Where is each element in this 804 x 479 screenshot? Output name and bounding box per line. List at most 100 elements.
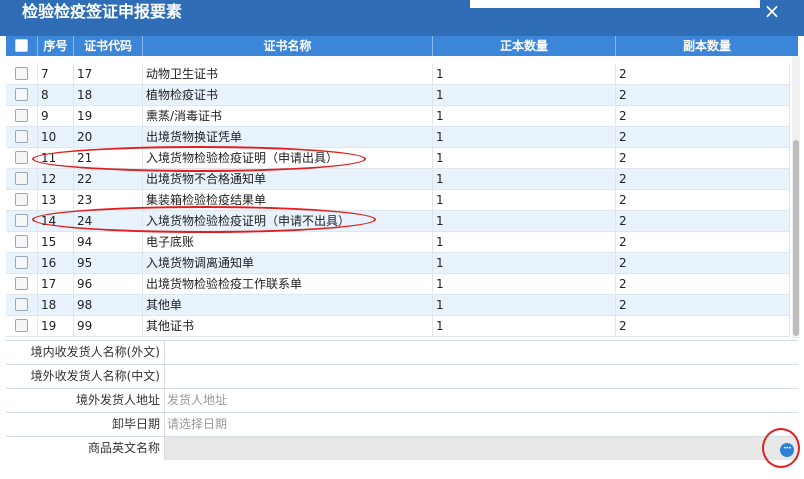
cell-name: 出境货物检验检疫工作联系单 [143,274,433,294]
domestic-consignee-foreign-input[interactable] [164,341,798,364]
cell-original-qty[interactable]: 1 [433,253,616,273]
overseas-consignee-chinese-input[interactable] [164,365,798,388]
cell-original-qty[interactable]: 1 [433,190,616,210]
title-bar-notch [470,0,760,8]
table-row[interactable]: 7 17 动物卫生证书 1 2 [6,64,790,85]
cell-name: 出境货物不合格通知单 [143,169,433,189]
overseas-consignee-chinese-label: 境外收发货人名称(中文) [30,369,160,383]
row-select-cell [6,274,38,294]
header-index: 序号 [38,36,74,56]
cell-original-qty[interactable]: 1 [433,127,616,147]
cell-code: 22 [74,169,143,189]
table-row[interactable]: 19 99 其他证书 1 2 [6,316,790,337]
cell-code: 17 [74,64,143,84]
unloading-date-input[interactable]: 请选择日期 [164,413,798,436]
row-checkbox[interactable] [15,298,28,311]
cell-copy-qty[interactable]: 2 [616,64,790,84]
cell-copy-qty[interactable]: 2 [616,316,790,336]
cell-copy-qty[interactable]: 2 [616,190,790,210]
cell-index: 14 [38,211,74,231]
cell-code: 95 [74,253,143,273]
header-code: 证书代码 [74,36,143,56]
table-row[interactable]: 12 22 出境货物不合格通知单 1 2 [6,169,790,190]
table-row[interactable]: 16 95 入境货物调离通知单 1 2 [6,253,790,274]
cell-name: 入境货物调离通知单 [143,253,433,273]
cell-code: 24 [74,211,143,231]
form-row-overseas-consignee-chinese: 境外收发货人名称(中文) [6,364,798,388]
cell-code: 98 [74,295,143,315]
cell-code: 18 [74,85,143,105]
header-name: 证书名称 [143,36,433,56]
table-scrollbar[interactable] [792,56,800,338]
cell-index: 9 [38,106,74,126]
row-checkbox[interactable] [15,235,28,248]
cell-original-qty[interactable]: 1 [433,169,616,189]
row-checkbox[interactable] [15,256,28,269]
cell-original-qty[interactable]: 1 [433,85,616,105]
header-original-qty: 正本数量 [433,36,616,56]
row-checkbox[interactable] [15,151,28,164]
close-icon[interactable]: × [760,0,784,24]
cell-index: 15 [38,232,74,252]
row-select-cell [6,106,38,126]
table-row[interactable]: 17 96 出境货物检验检疫工作联系单 1 2 [6,274,790,295]
cell-original-qty[interactable]: 1 [433,274,616,294]
cell-copy-qty[interactable]: 2 [616,148,790,168]
cell-copy-qty[interactable]: 2 [616,211,790,231]
cell-copy-qty[interactable]: 2 [616,106,790,126]
cell-copy-qty[interactable]: 2 [616,232,790,252]
cell-code: 21 [74,148,143,168]
table-row[interactable]: 15 94 电子底账 1 2 [6,232,790,253]
row-checkbox[interactable] [15,193,28,206]
table-row[interactable]: 8 18 植物检疫证书 1 2 [6,85,790,106]
cell-original-qty[interactable]: 1 [433,148,616,168]
table-row[interactable]: 11 21 入境货物检验检疫证明（申请出具） 1 2 [6,148,790,169]
cell-index: 12 [38,169,74,189]
row-checkbox[interactable] [15,88,28,101]
cell-index: 18 [38,295,74,315]
row-select-cell [6,295,38,315]
cell-copy-qty[interactable]: 2 [616,169,790,189]
select-all-checkbox[interactable] [15,39,28,52]
cell-copy-qty[interactable]: 2 [616,85,790,105]
certificate-table-body[interactable]: 7 17 动物卫生证书 1 2 8 18 植物检疫证书 1 2 9 19 熏蒸/消毒证书 1 2 10 20 出境… [6,56,790,338]
more-dots-icon[interactable] [780,441,794,457]
cell-original-qty[interactable]: 1 [433,232,616,252]
row-select-cell [6,232,38,252]
form-row-overseas-shipper-address: 境外发货人地址 发货人地址 [6,388,798,412]
header-select-all-cell [6,36,38,56]
table-row[interactable]: 10 20 出境货物换证凭单 1 2 [6,127,790,148]
cell-original-qty[interactable]: 1 [433,106,616,126]
cell-original-qty[interactable]: 1 [433,211,616,231]
table-row[interactable]: 18 98 其他单 1 2 [6,295,790,316]
cell-copy-qty[interactable]: 2 [616,127,790,147]
table-row[interactable]: 9 19 熏蒸/消毒证书 1 2 [6,106,790,127]
row-checkbox[interactable] [15,67,28,80]
cell-copy-qty[interactable]: 2 [616,274,790,294]
table-row[interactable]: 14 24 入境货物检验检疫证明（申请不出具） 1 2 [6,211,790,232]
cell-name: 动物卫生证书 [143,64,433,84]
cell-index: 13 [38,190,74,210]
cell-original-qty[interactable]: 1 [433,295,616,315]
row-checkbox[interactable] [15,214,28,227]
cell-name: 入境货物检验检疫证明（申请出具） [143,148,433,168]
row-checkbox[interactable] [15,172,28,185]
scrollbar-thumb[interactable] [793,140,799,336]
table-row[interactable]: 13 23 集装箱检验检疫结果单 1 2 [6,190,790,211]
row-checkbox[interactable] [15,130,28,143]
overseas-shipper-address-input[interactable]: 发货人地址 [164,389,798,412]
cell-index: 16 [38,253,74,273]
row-select-cell [6,316,38,336]
cell-copy-qty[interactable]: 2 [616,295,790,315]
row-checkbox[interactable] [15,109,28,122]
cell-original-qty[interactable]: 1 [433,316,616,336]
row-checkbox[interactable] [15,277,28,290]
cell-index: 7 [38,64,74,84]
form-row-unloading-date: 卸毕日期 请选择日期 [6,412,798,436]
goods-english-name-input[interactable] [164,437,798,460]
certificate-table-header: 序号 证书代码 证书名称 正本数量 副本数量 [6,36,798,56]
row-checkbox[interactable] [15,319,28,332]
cell-copy-qty[interactable]: 2 [616,253,790,273]
row-select-cell [6,190,38,210]
cell-original-qty[interactable]: 1 [433,64,616,84]
